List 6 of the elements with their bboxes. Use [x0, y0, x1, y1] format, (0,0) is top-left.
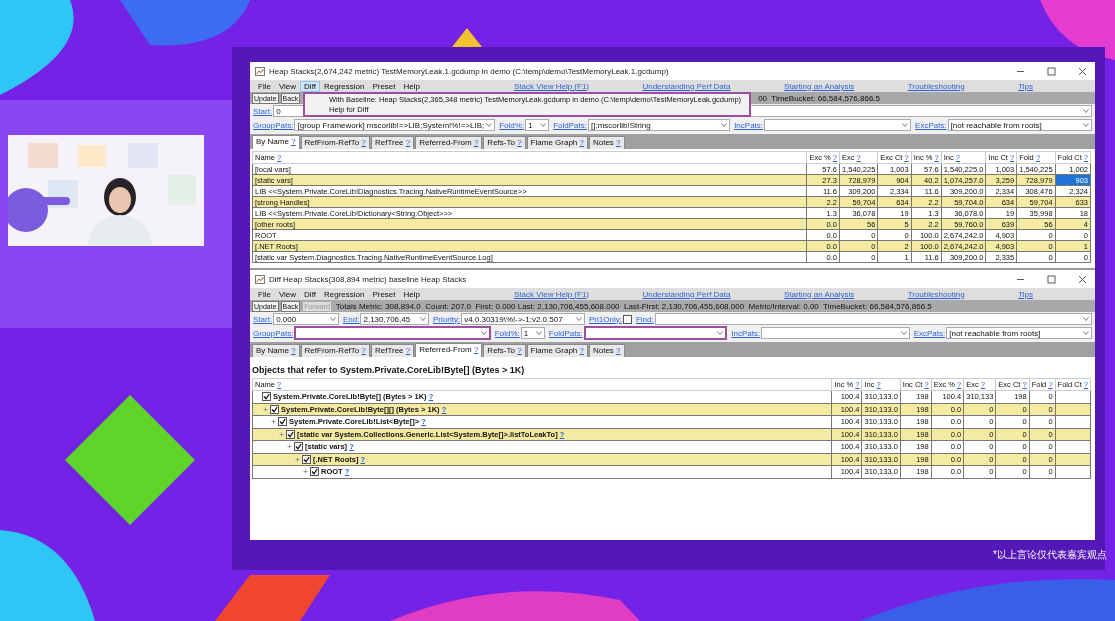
- status-text: Totals Metric: 308,894.0 Count: 207.0 First: 0.000 Last: 2,130,706,455,608.000 Last-First: 2,130,706,455,608.000 Metric/Interval: 0.00 TimeBucket: 66,584,576,866.5: [335, 301, 932, 311]
- status-text: 00 TimeBucket: 66,584,576,866.5: [758, 93, 880, 103]
- window-title: Diff Heap Stacks(308,894 metric) baseline Heap Stacks: [269, 274, 468, 284]
- window-title: Heap Stacks(2,674,242 metric) TestMemoryLeak.1.gcdump in demo (C:\temp\demo\TestMemoryLeak.1.gcdump): [269, 66, 670, 76]
- caption-text: *以上言论仅代表嘉宾观点: [993, 548, 1107, 562]
- section-heading: Objects that refer to System.Private.CoreLib!Byte[] (Bytes > 1K): [252, 364, 526, 377]
